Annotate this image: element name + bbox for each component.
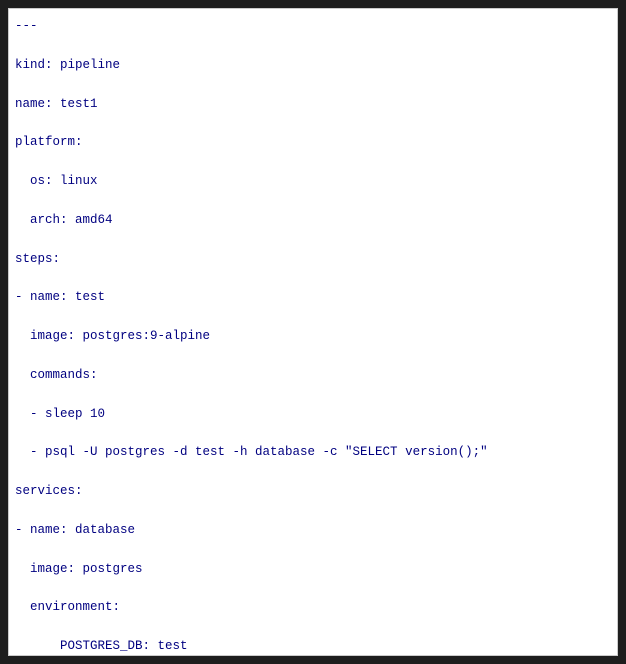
code-content: --- kind: pipeline name: test1 platform:… xyxy=(15,17,611,656)
editor-container[interactable]: --- kind: pipeline name: test1 platform:… xyxy=(8,8,618,656)
